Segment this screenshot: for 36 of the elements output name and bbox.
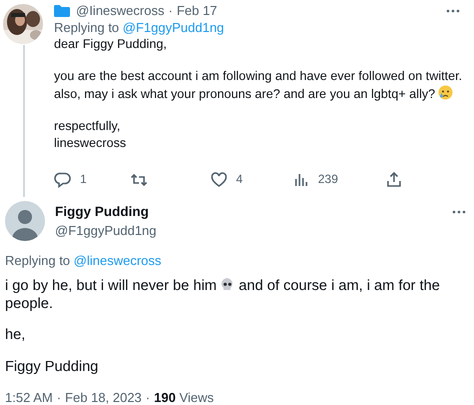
separator: · xyxy=(146,389,150,405)
more-icon[interactable] xyxy=(452,210,466,214)
tweet-text: Figgy Pudding xyxy=(5,358,98,374)
user-handle: @F1ggyPudd1ng xyxy=(55,222,158,240)
replying-label: Replying to xyxy=(54,20,120,35)
tweet-date: Feb 18, 2023 xyxy=(65,389,142,405)
skull-icon xyxy=(220,277,235,292)
view-count: 190 Views xyxy=(154,389,214,405)
tweet-text: people. xyxy=(5,296,53,312)
heart-icon[interactable] xyxy=(210,170,228,188)
action-count: 239 xyxy=(318,170,338,188)
separator: · xyxy=(56,389,62,405)
tweet-text: and of course i am, i am for the xyxy=(238,278,440,294)
action-count: 4 xyxy=(236,170,243,188)
display-name: Figgy Pudding xyxy=(55,203,150,221)
tweet-text: you are the best account i am following and have ever followed on twitter. xyxy=(54,69,462,83)
share-icon[interactable] xyxy=(385,170,403,188)
tweet-text: also, may i ask what your pronouns are? and are you an lgbtq+ ally? xyxy=(54,87,436,101)
tweet-text: i go by he, but i will never be him xyxy=(5,278,217,294)
tweet-text: lineswecross xyxy=(54,136,126,150)
action-count: 1 xyxy=(80,170,87,188)
mention-link[interactable]: @F1ggyPudd1ng xyxy=(122,20,224,35)
tweet-text: he, xyxy=(5,327,26,343)
tweet-time: 1:52 AM xyxy=(5,389,53,405)
avatar-silhouette xyxy=(5,201,45,241)
more-icon[interactable] xyxy=(446,8,460,12)
tweet-text: dear Figgy Pudding, xyxy=(54,37,167,51)
tweet-text: respectfully, xyxy=(54,119,120,133)
user-handle: @Iineswecross xyxy=(76,2,164,19)
replying-label: Replying to xyxy=(5,253,72,268)
separator: · xyxy=(168,2,173,19)
reply-icon[interactable] xyxy=(54,170,72,188)
crying-face-icon xyxy=(438,85,454,100)
tweet-date: Feb 17 xyxy=(176,2,218,19)
folder-icon xyxy=(54,4,70,16)
mention-link[interactable]: @lineswecross xyxy=(74,253,162,268)
